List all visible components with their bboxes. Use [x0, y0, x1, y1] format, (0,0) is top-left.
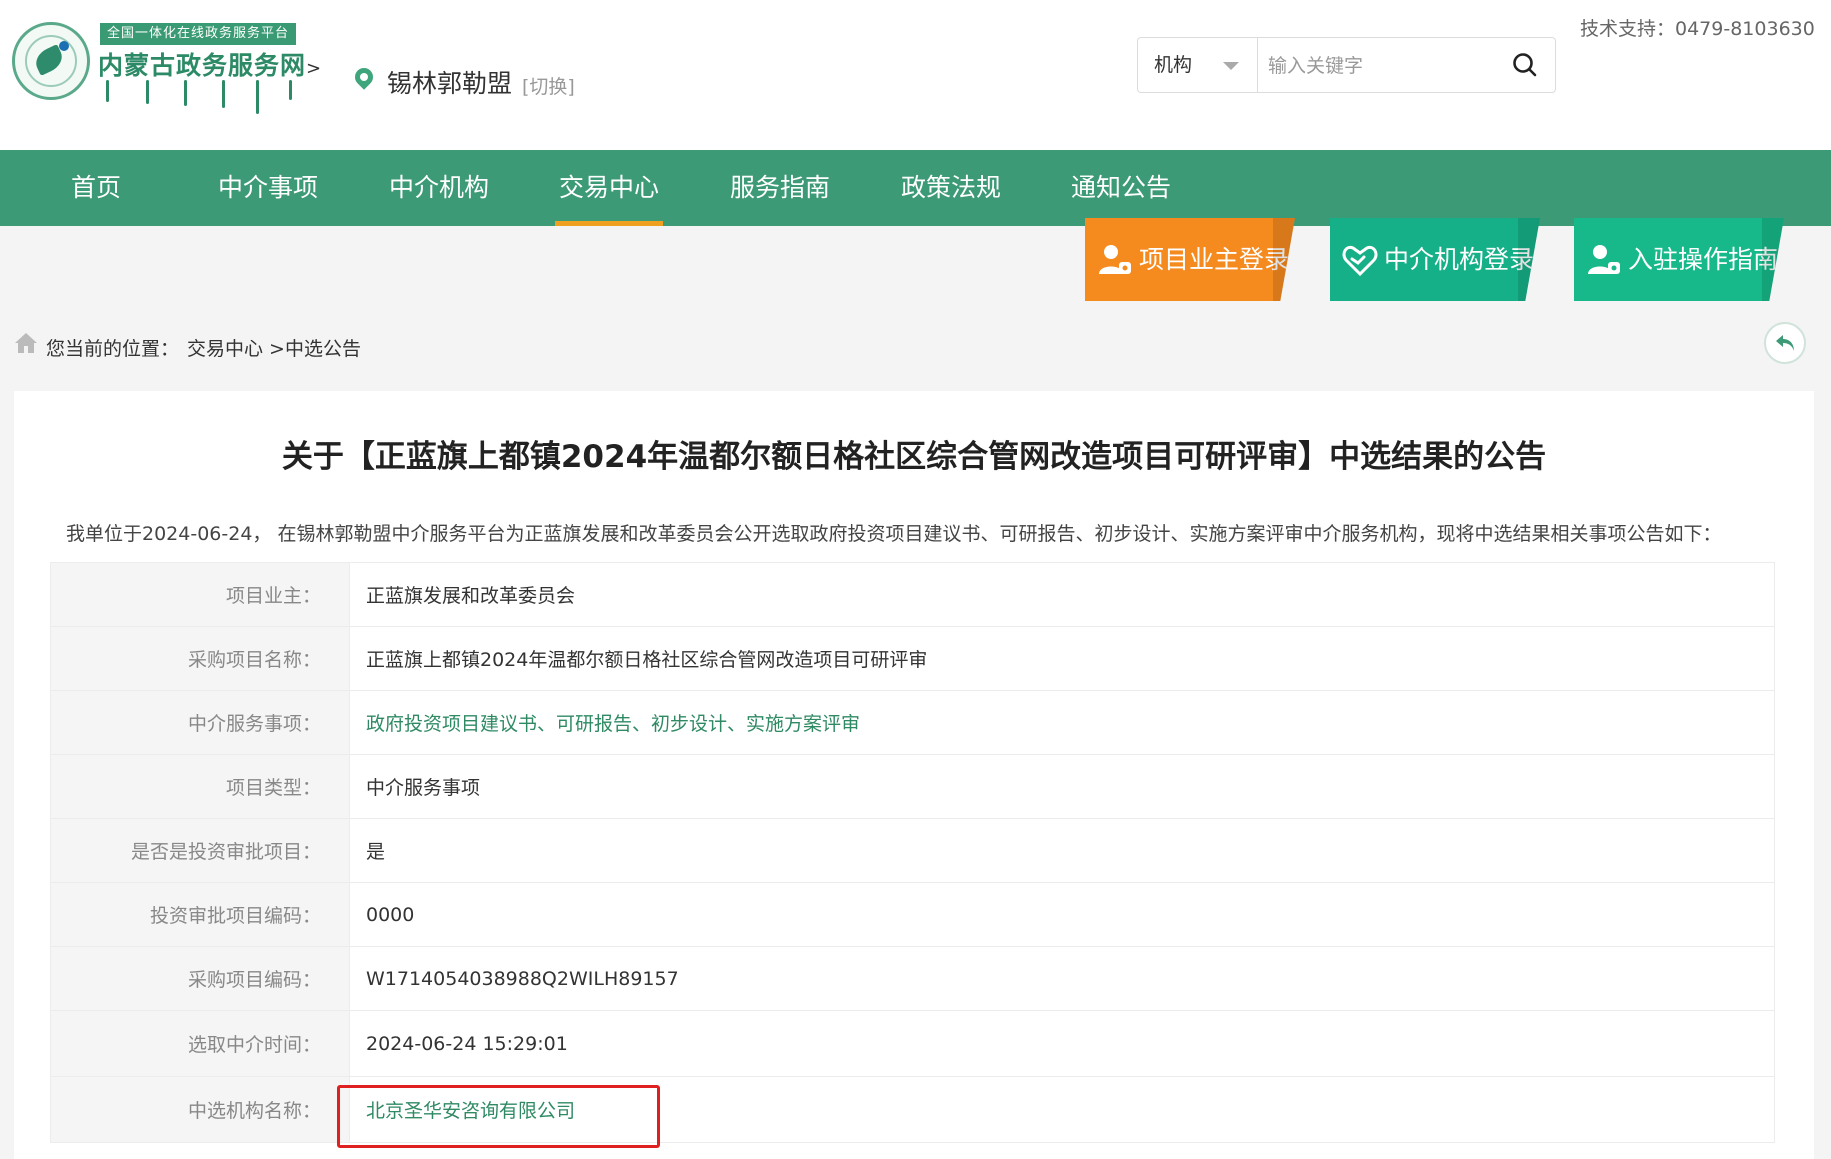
table-row: 中选机构名称： 北京圣华安咨询有限公司: [50, 1076, 1775, 1143]
announcement-title: 关于【正蓝旗上都镇2024年温都尔额日格社区综合管网改造项目可研评审】中选结果的…: [281, 439, 1547, 475]
nav-item-home[interactable]: 首页: [71, 150, 121, 226]
table-row: 项目业主： 正蓝旗发展和改革委员会: [50, 562, 1775, 627]
registration-guide-label: 入驻操作指南: [1628, 245, 1779, 274]
row-label-procurement-code: 采购项目编码：: [50, 946, 350, 1011]
row-label-selected-agency: 中选机构名称：: [50, 1076, 350, 1143]
breadcrumb-path[interactable]: 交易中心 >中选公告: [187, 334, 361, 361]
announcement-card: 关于【正蓝旗上都镇2024年温都尔额日格社区综合管网改造项目可研评审】中选结果的…: [14, 391, 1814, 1159]
handshake-heart-icon: [1342, 245, 1378, 277]
location-pin-icon: [351, 64, 377, 90]
nav-item-service-guide[interactable]: 服务指南: [730, 150, 830, 226]
table-row: 采购项目名称： 正蓝旗上都镇2024年温都尔额日格社区综合管网改造项目可研评审: [50, 626, 1775, 691]
site-header: 全国一体化在线政务服务平台 内蒙古政务服务网> 锡林郭勒盟 [切换] 机构 技术…: [0, 0, 1831, 150]
row-label-project-owner: 项目业主：: [50, 562, 350, 627]
home-icon: [15, 333, 37, 353]
table-row: 中介服务事项： 政府投资项目建议书、可研报告、初步设计、实施方案评审: [50, 690, 1775, 755]
search-category-value: 机构: [1154, 54, 1193, 76]
logo-mongolian-script: [104, 80, 294, 114]
nav-item-policies[interactable]: 政策法规: [901, 150, 1001, 226]
row-value-project-owner: 正蓝旗发展和改革委员会: [349, 562, 1775, 627]
user-icon: [1099, 245, 1131, 274]
breadcrumb-label: 您当前的位置：: [46, 338, 180, 360]
switch-region-link[interactable]: [切换]: [522, 72, 575, 99]
nav-item-trading-center[interactable]: 交易中心: [554, 150, 664, 226]
table-row: 选取中介时间： 2024-06-24 15:29:01: [50, 1010, 1775, 1077]
row-value-approval-code: 0000: [349, 882, 1775, 947]
search-box: 机构: [1137, 37, 1556, 93]
logo-banner: 全国一体化在线政务服务平台: [100, 23, 296, 45]
registration-guide-button[interactable]: 入驻操作指南: [1574, 218, 1784, 301]
logo-arrow: >: [306, 58, 323, 79]
row-label-approval-code: 投资审批项目编码：: [50, 882, 350, 947]
back-arrow-icon: [1776, 335, 1794, 351]
agency-login-label: 中介机构登录: [1384, 245, 1535, 274]
logo-title-text: 内蒙古政务服务网: [98, 51, 307, 80]
site-logo-emblem[interactable]: [12, 22, 90, 100]
project-owner-login-button[interactable]: 项目业主登录: [1085, 218, 1295, 301]
row-value-selection-time: 2024-06-24 15:29:01: [349, 1010, 1775, 1077]
table-row: 投资审批项目编码： 0000: [50, 882, 1775, 947]
row-label-service-item: 中介服务事项：: [50, 690, 350, 755]
button-shade: [1518, 218, 1540, 301]
logo-dot: [59, 41, 69, 51]
back-button[interactable]: [1764, 322, 1806, 364]
search-button[interactable]: [1500, 44, 1550, 86]
row-label-is-investment-approval: 是否是投资审批项目：: [50, 818, 350, 883]
search-category-select[interactable]: 机构: [1138, 38, 1258, 92]
button-shade: [1762, 218, 1784, 301]
logo-title[interactable]: 内蒙古政务服务网>: [98, 46, 322, 82]
nav-item-agency-matters[interactable]: 中介事项: [218, 150, 318, 226]
row-value-is-investment-approval: 是: [349, 818, 1775, 883]
current-region: 锡林郭勒盟: [387, 69, 513, 98]
row-label-procurement-name: 采购项目名称：: [50, 626, 350, 691]
announcement-intro: 我单位于2024-06-24， 在锡林郭勒盟中介服务平台为正蓝旗发展和改革委员会…: [66, 523, 1722, 545]
row-value-procurement-name: 正蓝旗上都镇2024年温都尔额日格社区综合管网改造项目可研评审: [349, 626, 1775, 691]
user-guide-icon: [1588, 245, 1620, 274]
selected-agency-highlight-box: [337, 1085, 660, 1148]
chevron-down-icon: [1223, 62, 1239, 70]
announcement-detail-table: 项目业主： 正蓝旗发展和改革委员会 采购项目名称： 正蓝旗上都镇2024年温都尔…: [50, 562, 1775, 1143]
search-input[interactable]: [1266, 46, 1490, 86]
table-row: 采购项目编码： W1714054038988Q2WILH89157: [50, 946, 1775, 1011]
row-value-service-item-link[interactable]: 政府投资项目建议书、可研报告、初步设计、实施方案评审: [349, 690, 1775, 755]
tech-support-phone: 技术支持：0479-8103630: [1580, 18, 1815, 40]
button-shade: [1273, 218, 1295, 301]
nav-item-notices[interactable]: 通知公告: [1071, 150, 1171, 226]
search-icon: [1513, 53, 1537, 77]
row-value-procurement-code: W1714054038988Q2WILH89157: [349, 946, 1775, 1011]
table-row: 项目类型： 中介服务事项: [50, 754, 1775, 819]
main-nav: 首页 中介事项 中介机构 交易中心 服务指南 政策法规 通知公告: [0, 150, 1831, 226]
agency-login-button[interactable]: 中介机构登录: [1330, 218, 1540, 301]
row-value-project-type: 中介服务事项: [349, 754, 1775, 819]
row-label-project-type: 项目类型：: [50, 754, 350, 819]
nav-item-agencies[interactable]: 中介机构: [389, 150, 489, 226]
project-owner-login-label: 项目业主登录: [1139, 245, 1290, 274]
row-label-selection-time: 选取中介时间：: [50, 1010, 350, 1077]
table-row: 是否是投资审批项目： 是: [50, 818, 1775, 883]
